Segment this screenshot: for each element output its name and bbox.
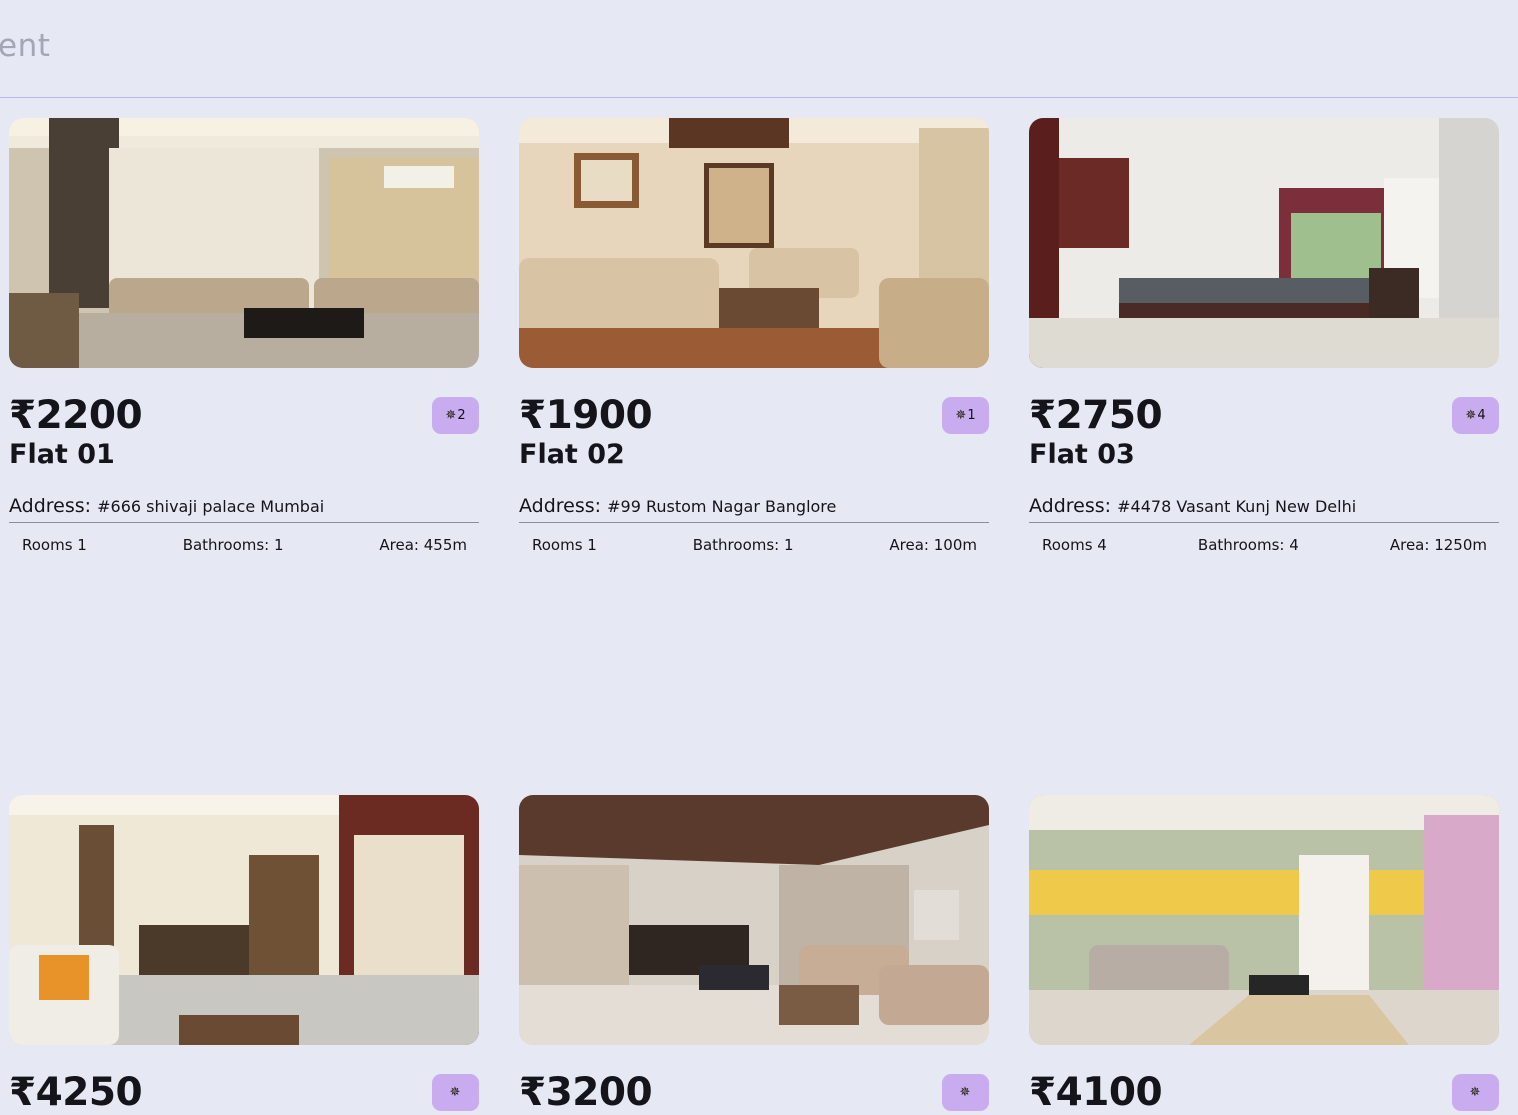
listing-photo[interactable]: [1029, 795, 1499, 1045]
listing-price: ₹4100: [1029, 1070, 1163, 1115]
listing-card[interactable]: ₹4100 ✵: [1029, 795, 1499, 1113]
page-title: ent: [0, 28, 51, 64]
address-value: #99 Rustom Nagar Banglore: [607, 497, 837, 516]
listing-card[interactable]: ₹3200 ✵: [519, 795, 989, 1113]
area-value: Area: 455m: [379, 536, 467, 554]
listing-photo[interactable]: [9, 795, 479, 1045]
address-label: Address:: [1029, 495, 1112, 517]
listing-specs: Rooms 1 Bathrooms: 1 Area: 455m: [9, 523, 479, 554]
address-label: Address:: [9, 495, 92, 517]
bathrooms-count: Bathrooms: 1: [182, 536, 284, 554]
price-row: ₹2750 ✵ 4: [1029, 396, 1499, 436]
rating-badge[interactable]: ✵: [432, 1074, 479, 1111]
star-icon: ✵: [1469, 1085, 1481, 1100]
star-icon: ✵: [1465, 408, 1477, 423]
price-row: ₹4100 ✵: [1029, 1073, 1499, 1113]
star-icon: ✵: [445, 408, 457, 423]
rating-badge[interactable]: ✵ 2: [432, 397, 479, 434]
rating-value: 4: [1477, 408, 1486, 423]
listing-price: ₹3200: [519, 1070, 653, 1115]
rating-badge[interactable]: ✵ 4: [1452, 397, 1499, 434]
price-row: ₹1900 ✵ 1: [519, 396, 989, 436]
listing-grid: ₹2200 ✵ 2 Flat 01 Address: #666 shivaji p…: [9, 118, 1499, 1113]
listing-photo[interactable]: [519, 795, 989, 1045]
listing-price: ₹1900: [519, 393, 653, 438]
listing-price: ₹4250: [9, 1070, 143, 1115]
bathrooms-count: Bathrooms: 1: [692, 536, 794, 554]
listing-photo[interactable]: [519, 118, 989, 368]
listing-card[interactable]: ₹1900 ✵ 1 Flat 02 Address: #99 Rustom Nag…: [519, 118, 989, 554]
rooms-count: Rooms 4: [1042, 536, 1107, 554]
area-value: Area: 1250m: [1389, 536, 1487, 554]
listing-title: Flat 02: [519, 439, 625, 470]
rating-badge[interactable]: ✵ 1: [942, 397, 989, 434]
listing-card[interactable]: ₹2200 ✵ 2 Flat 01 Address: #666 shivaji p…: [9, 118, 479, 554]
rating-value: 2: [457, 408, 466, 423]
page-header: ent: [0, 0, 1518, 98]
rating-badge[interactable]: ✵: [942, 1074, 989, 1111]
rooms-count: Rooms 1: [532, 536, 597, 554]
listing-photo[interactable]: [9, 118, 479, 368]
address-value: #666 shivaji palace Mumbai: [97, 497, 325, 516]
bathrooms-count: Bathrooms: 4: [1197, 536, 1299, 554]
star-icon: ✵: [959, 1085, 971, 1100]
star-icon: ✵: [449, 1085, 461, 1100]
price-row: ₹3200 ✵: [519, 1073, 989, 1113]
listing-price: ₹2200: [9, 393, 143, 438]
rating-badge[interactable]: ✵: [1452, 1074, 1499, 1111]
listing-address: Address: #666 shivaji palace Mumbai: [9, 493, 479, 523]
listing-photo[interactable]: [1029, 118, 1499, 368]
rating-value: 1: [967, 408, 976, 423]
listing-price: ₹2750: [1029, 393, 1163, 438]
address-value: #4478 Vasant Kunj New Delhi: [1117, 497, 1357, 516]
listing-title: Flat 01: [9, 439, 115, 470]
listing-card[interactable]: ₹4250 ✵: [9, 795, 479, 1113]
price-row: ₹4250 ✵: [9, 1073, 479, 1113]
address-label: Address:: [519, 495, 602, 517]
star-icon: ✵: [955, 408, 967, 423]
listing-address: Address: #99 Rustom Nagar Banglore: [519, 493, 989, 523]
listing-specs: Rooms 1 Bathrooms: 1 Area: 100m: [519, 523, 989, 554]
area-value: Area: 100m: [889, 536, 977, 554]
listing-card[interactable]: ₹2750 ✵ 4 Flat 03 Address: #4478 Vasant K…: [1029, 118, 1499, 554]
listing-specs: Rooms 4 Bathrooms: 4 Area: 1250m: [1029, 523, 1499, 554]
price-row: ₹2200 ✵ 2: [9, 396, 479, 436]
rooms-count: Rooms 1: [22, 536, 87, 554]
listing-address: Address: #4478 Vasant Kunj New Delhi: [1029, 493, 1499, 523]
listing-title: Flat 03: [1029, 439, 1135, 470]
